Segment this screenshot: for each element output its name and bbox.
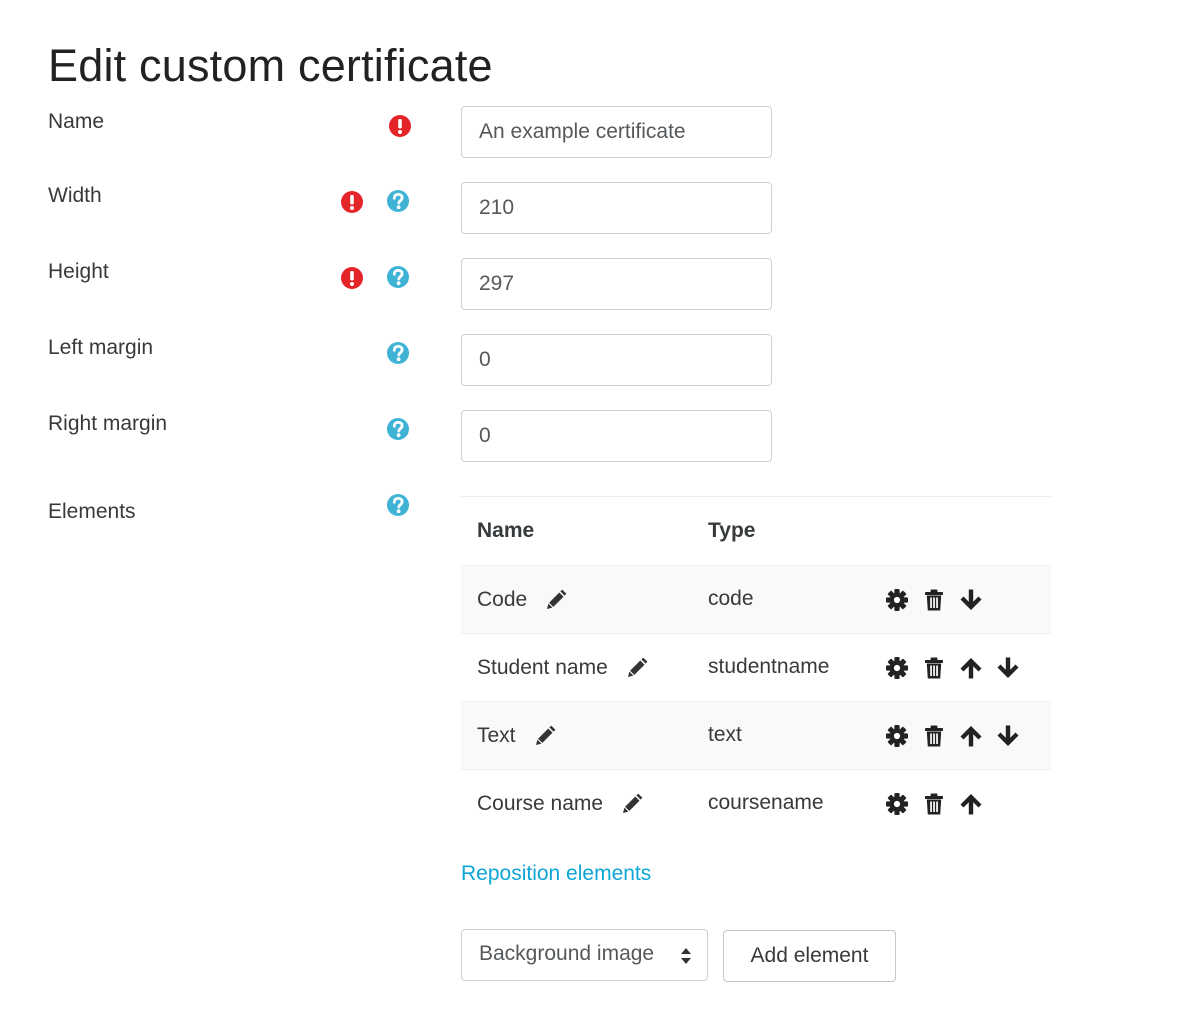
element-name-cell: Text <box>477 723 558 748</box>
column-header-name: Name <box>477 519 535 542</box>
required-icon <box>339 189 365 215</box>
delete-icon[interactable] <box>922 724 946 748</box>
elements-label: Elements <box>48 500 136 523</box>
help-icon[interactable] <box>385 340 411 366</box>
width-input[interactable] <box>461 182 772 234</box>
delete-icon[interactable] <box>922 656 946 680</box>
form-row-width: Width <box>0 182 1188 236</box>
element-name: Student name <box>477 656 608 679</box>
edit-name-icon[interactable] <box>626 655 650 679</box>
move-down-icon[interactable] <box>996 656 1020 680</box>
element-type: text <box>708 723 742 746</box>
select-arrows-icon <box>681 948 691 964</box>
move-down-icon[interactable] <box>996 724 1020 748</box>
form-row-right-margin: Right margin <box>0 410 1188 464</box>
settings-icon[interactable] <box>885 792 909 816</box>
element-name: Code <box>477 588 528 611</box>
element-type: coursename <box>708 791 824 814</box>
edit-name-icon[interactable] <box>621 791 645 815</box>
left-margin-label: Left margin <box>48 336 154 359</box>
move-down-icon[interactable] <box>959 588 983 612</box>
table-row: Text text <box>461 701 1051 769</box>
settings-icon[interactable] <box>885 656 909 680</box>
page-title: Edit custom certificate <box>48 40 493 91</box>
element-type: studentname <box>708 655 830 678</box>
move-up-icon[interactable] <box>959 792 983 816</box>
edit-name-icon[interactable] <box>545 587 569 611</box>
help-icon[interactable] <box>385 492 411 518</box>
width-label: Width <box>48 184 102 207</box>
delete-icon[interactable] <box>922 792 946 816</box>
height-label: Height <box>48 260 109 283</box>
elements-table: Name Type Code code Student name student… <box>461 496 1051 837</box>
settings-icon[interactable] <box>885 724 909 748</box>
left-margin-input[interactable] <box>461 334 772 386</box>
right-margin-label: Right margin <box>48 412 168 435</box>
name-label: Name <box>48 110 105 133</box>
form-row-height: Height <box>0 258 1188 312</box>
table-header: Name Type <box>461 497 1051 565</box>
required-icon <box>339 265 365 291</box>
help-icon[interactable] <box>385 264 411 290</box>
element-type-select-value: Background image <box>479 942 655 965</box>
help-icon[interactable] <box>385 188 411 214</box>
column-header-type: Type <box>708 519 756 542</box>
element-type-select[interactable]: Background image <box>461 929 708 981</box>
name-input[interactable] <box>461 106 772 158</box>
table-row: Code code <box>461 565 1051 633</box>
move-up-icon[interactable] <box>959 656 983 680</box>
height-input[interactable] <box>461 258 772 310</box>
element-name-cell: Course name <box>477 791 645 816</box>
right-margin-input[interactable] <box>461 410 772 462</box>
table-row: Student name studentname <box>461 633 1051 701</box>
form-row-name: Name <box>0 106 1188 160</box>
edit-name-icon[interactable] <box>534 723 558 747</box>
delete-icon[interactable] <box>922 588 946 612</box>
reposition-elements-link[interactable]: Reposition elements <box>461 862 651 886</box>
form-row-left-margin: Left margin <box>0 334 1188 388</box>
table-row: Course name coursename <box>461 769 1051 837</box>
help-icon[interactable] <box>385 416 411 442</box>
required-icon <box>387 113 413 139</box>
element-name-cell: Code <box>477 587 569 612</box>
element-name: Text <box>477 724 516 747</box>
settings-icon[interactable] <box>885 588 909 612</box>
move-up-icon[interactable] <box>959 724 983 748</box>
element-name: Course name <box>477 792 604 815</box>
element-type: code <box>708 587 754 610</box>
element-name-cell: Student name <box>477 655 650 680</box>
add-element-button[interactable]: Add element <box>723 930 896 982</box>
